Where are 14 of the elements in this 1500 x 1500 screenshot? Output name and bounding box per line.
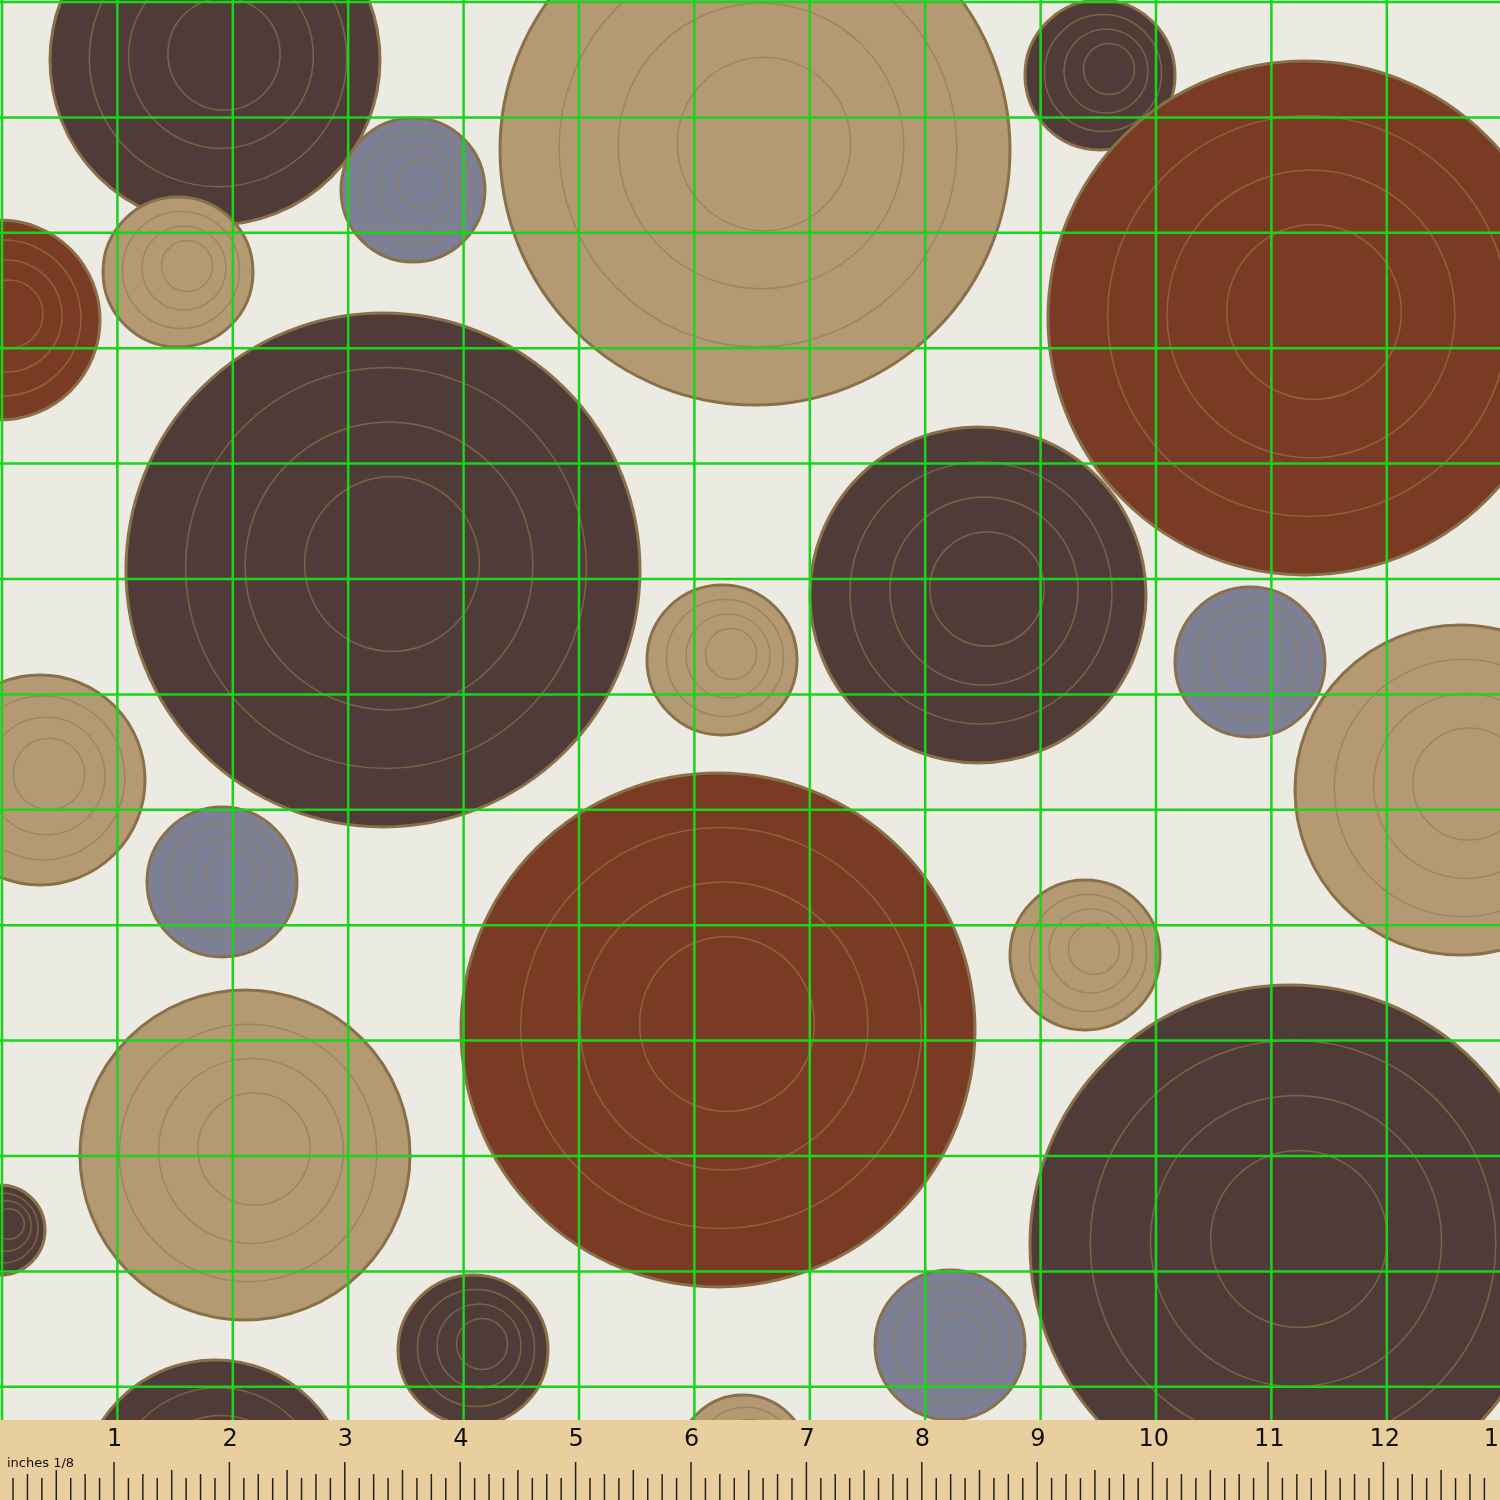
ruler-number: 5 <box>568 1426 584 1450</box>
ruler-number: 7 <box>799 1426 815 1450</box>
ruler-number: 11 <box>1254 1426 1285 1450</box>
ruler-number: 10 <box>1138 1426 1170 1450</box>
ruler-number: 1 <box>1483 1426 1499 1450</box>
ruler-number: 8 <box>914 1426 931 1450</box>
ruler-number: 3 <box>337 1426 354 1450</box>
ruler-number: 9 <box>1030 1426 1046 1450</box>
ruler-number: 6 <box>684 1426 700 1450</box>
ruler-number: 4 <box>453 1426 469 1450</box>
unit-label: inches 1/8 <box>7 1456 75 1469</box>
ruler-number: 2 <box>222 1426 238 1450</box>
ruler-number: 1 <box>107 1426 123 1450</box>
ruler-number: 12 <box>1369 1426 1400 1450</box>
